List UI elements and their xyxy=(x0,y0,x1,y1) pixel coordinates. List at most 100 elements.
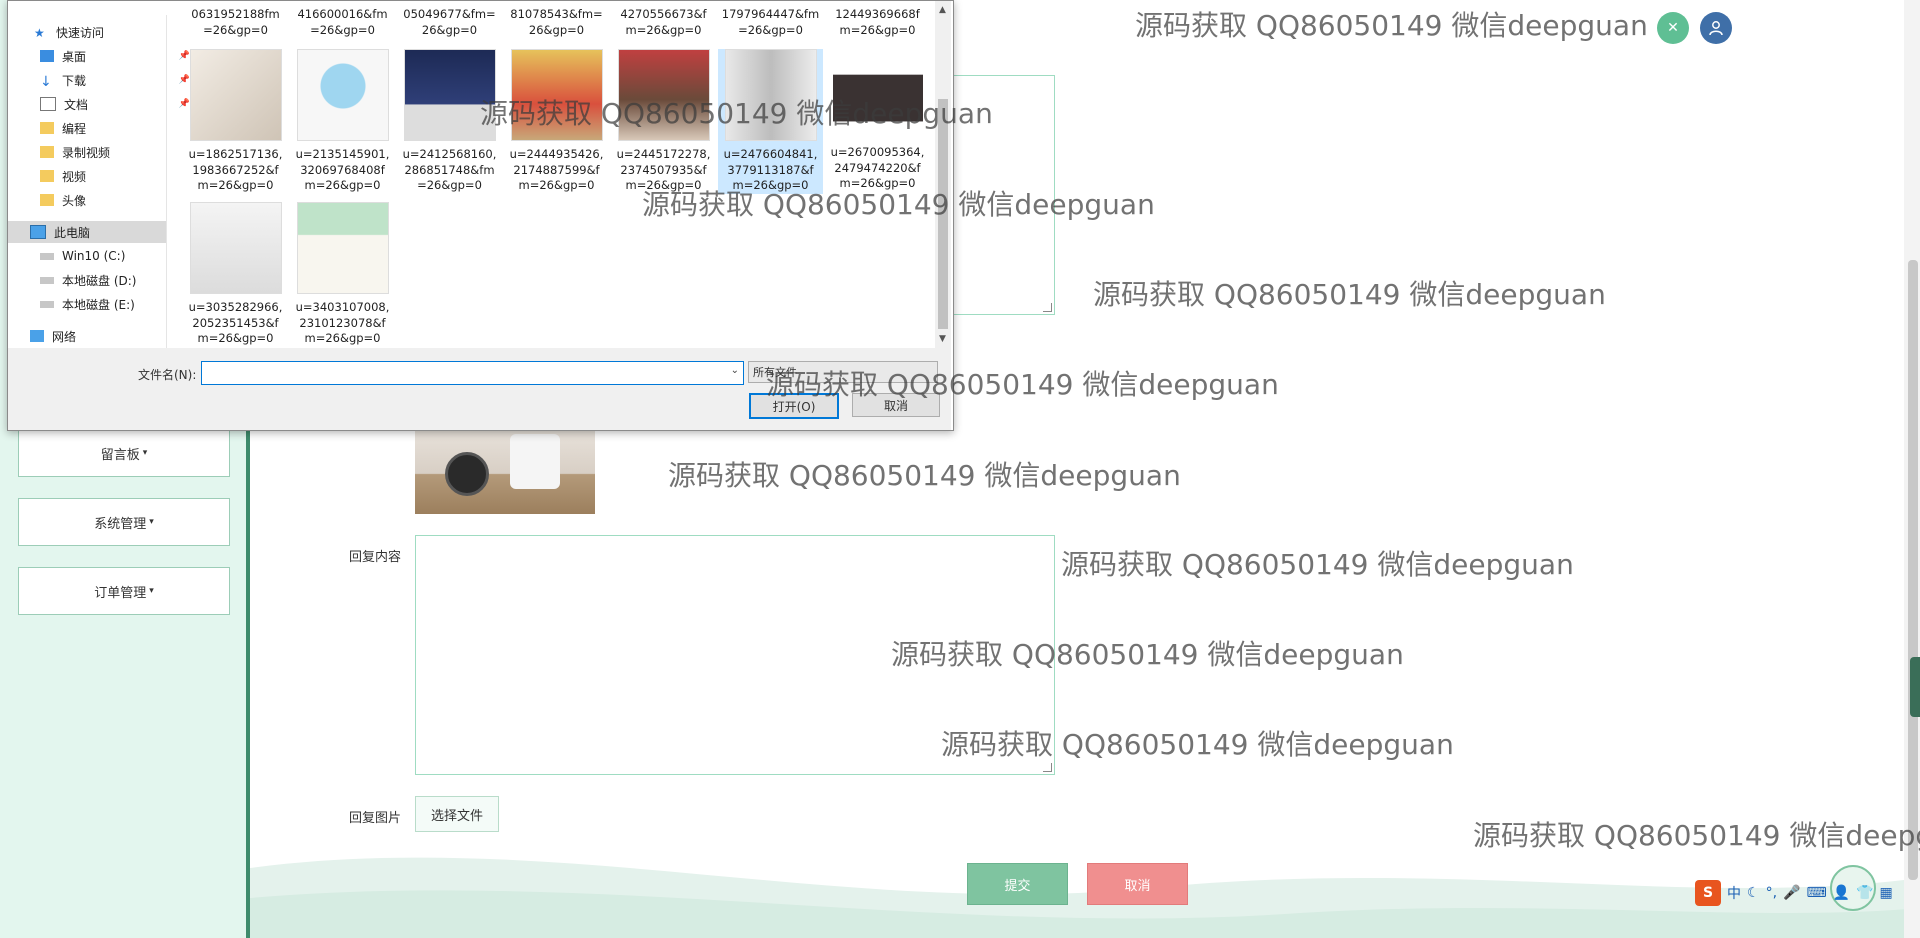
sidebar-item-guestbook[interactable]: 留言板 ▾ xyxy=(15,429,230,484)
dialog-footer: 文件名(N): ⌄ 所有文件 打开(O) 取消 xyxy=(8,348,951,430)
nav-label: 编程 xyxy=(62,121,87,136)
nav-label: 网络 xyxy=(52,329,77,344)
file-item[interactable]: 0631952188fm =26&gp=0 xyxy=(183,7,288,38)
file-item[interactable]: u=2412568160, 286851748&fm =26&gp=0 xyxy=(397,49,502,194)
file-item[interactable]: u=1862517136, 1983667252&f m=26&gp=0 xyxy=(183,49,288,194)
folder-icon xyxy=(40,146,54,158)
file-name-line: =26&gp=0 xyxy=(417,178,482,192)
keyboard-icon[interactable]: ⌨ xyxy=(1806,885,1826,901)
file-item[interactable]: u=3403107008, 2310123078&f m=26&gp=0 xyxy=(290,202,395,347)
nav-drive-d[interactable]: 本地磁盘 (D:) xyxy=(8,269,198,291)
nav-folder-avatars[interactable]: 头像 xyxy=(8,189,198,211)
thumbnail-bed-tent xyxy=(403,49,496,141)
ime-toolbar: S 中 ☾ °, 🎤 ⌨ 👤 👕 ▦ xyxy=(1695,878,1920,908)
nav-network[interactable]: 网络 xyxy=(8,325,166,347)
drive-icon xyxy=(40,252,54,260)
nav-folder-recordings[interactable]: 录制视频 xyxy=(8,141,198,163)
file-name-line: u=2476604841, xyxy=(723,147,818,161)
clock-image xyxy=(445,452,489,496)
ime-mode-label[interactable]: 中 xyxy=(1727,883,1741,903)
star-icon: ★ xyxy=(34,26,45,40)
file-name-line: 05049677&fm= xyxy=(403,7,496,21)
submit-button[interactable]: 提交 xyxy=(967,863,1068,905)
sidebar-item-system[interactable]: 系统管理 ▾ xyxy=(15,498,230,553)
resize-handle-icon[interactable] xyxy=(1043,303,1052,312)
side-tab[interactable] xyxy=(1910,657,1920,717)
page-scrollbar-thumb[interactable] xyxy=(1908,260,1918,880)
dialog-cancel-button[interactable]: 取消 xyxy=(852,393,940,417)
chevron-down-icon[interactable]: ⌄ xyxy=(731,365,739,376)
nav-this-pc[interactable]: 此电脑 xyxy=(8,221,166,243)
file-name-line: 26&gp=0 xyxy=(528,22,585,37)
grid-icon[interactable]: ▦ xyxy=(1880,885,1893,901)
file-name-line: u=3035282966, xyxy=(188,300,283,314)
file-item[interactable]: 4270556673&f m=26&gp=0 xyxy=(611,7,716,38)
file-name-line: m=26&gp=0 xyxy=(197,331,274,345)
sidebar-item-orders[interactable]: 订单管理 ▾ xyxy=(15,567,230,622)
person-icon[interactable]: 👤 xyxy=(1833,885,1850,901)
file-item[interactable]: 1797964447&fm =26&gp=0 xyxy=(718,7,823,38)
file-item[interactable]: 416600016&fm =26&gp=0 xyxy=(290,7,395,38)
cancel-button[interactable]: 取消 xyxy=(1087,863,1188,905)
user-icon[interactable] xyxy=(1700,12,1732,44)
file-item[interactable]: u=2445172278, 2374507935&f m=26&gp=0 xyxy=(611,49,716,194)
moon-icon[interactable]: ☾ xyxy=(1747,885,1760,901)
drive-icon xyxy=(40,276,54,284)
punctuation-icon[interactable]: °, xyxy=(1766,885,1777,901)
file-name-line: u=2444935426, xyxy=(509,147,604,161)
sogou-icon[interactable]: S xyxy=(1695,880,1721,906)
network-icon xyxy=(30,330,44,342)
file-open-dialog: ★ 快速访问 桌面 📌 ↓ 下载 📌 文档 📌 编程 录制视频 视频 头像 此电脑 Win… xyxy=(7,0,954,431)
computer-icon xyxy=(30,225,46,239)
scroll-down-icon[interactable]: ▼ xyxy=(939,334,946,344)
page-scrollbar[interactable] xyxy=(1904,0,1920,938)
file-name-line: 2310123078&f xyxy=(299,315,386,330)
nav-documents[interactable]: 文档 📌 xyxy=(8,93,198,115)
file-name-line: u=2412568160, xyxy=(402,147,497,161)
dialog-scrollbar[interactable]: ▲ ▼ xyxy=(935,1,951,348)
reply-content-label: 回复内容 xyxy=(349,550,402,565)
close-icon[interactable]: ✕ xyxy=(1657,12,1689,44)
dialog-scrollbar-thumb[interactable] xyxy=(938,99,948,329)
nav-quick-access[interactable]: ★ 快速访问 xyxy=(8,21,192,43)
file-item[interactable]: 05049677&fm= 26&gp=0 xyxy=(397,7,502,38)
nav-drive-c[interactable]: Win10 (C:) xyxy=(8,245,198,267)
file-item[interactable]: u=2135145901, 32069768408f m=26&gp=0 xyxy=(290,49,395,194)
file-grid: 0631952188fm =26&gp=0 416600016&fm =26&gp=… xyxy=(183,1,933,348)
thumbnail-people xyxy=(617,49,710,141)
caret-down-icon: ▾ xyxy=(149,586,154,596)
open-button[interactable]: 打开(O) xyxy=(749,393,839,419)
reply-content-textarea[interactable] xyxy=(415,535,1055,775)
nav-folder-videos[interactable]: 视频 xyxy=(8,165,198,187)
file-item[interactable]: u=3035282966, 2052351453&f m=26&gp=0 xyxy=(183,202,288,347)
shirt-icon[interactable]: 👕 xyxy=(1856,885,1873,901)
nav-label: 视频 xyxy=(62,169,87,184)
file-name-line: u=2445172278, xyxy=(616,147,711,161)
file-item[interactable]: 81078543&fm= 26&gp=0 xyxy=(504,7,609,38)
file-item[interactable]: u=2670095364, 2479474220&f m=26&gp=0 xyxy=(825,49,930,192)
filetype-select[interactable]: 所有文件 xyxy=(748,361,938,383)
choose-file-button[interactable]: 选择文件 xyxy=(415,796,499,832)
thumbnail-quilt xyxy=(296,202,389,294)
nav-label: Win10 (C:) xyxy=(62,249,126,263)
nav-label: 本地磁盘 (E:) xyxy=(62,297,135,312)
nav-drive-e[interactable]: 本地磁盘 (E:) xyxy=(8,293,198,315)
microphone-icon[interactable]: 🎤 xyxy=(1783,885,1800,901)
thumbnail-snack xyxy=(510,49,603,141)
resize-handle-icon[interactable] xyxy=(1043,763,1052,772)
dialog-nav-pane: ★ 快速访问 桌面 📌 ↓ 下载 📌 文档 📌 编程 录制视频 视频 头像 此电脑 Win… xyxy=(8,15,190,348)
file-item[interactable]: 12449369668f m=26&gp=0 xyxy=(825,7,930,38)
reply-image-label: 回复图片 xyxy=(349,811,402,826)
caret-down-icon: ▾ xyxy=(142,448,148,458)
file-item[interactable]: u=2444935426, 2174887599&f m=26&gp=0 xyxy=(504,49,609,194)
nav-desktop[interactable]: 桌面 📌 xyxy=(8,45,198,67)
nav-downloads[interactable]: ↓ 下载 📌 xyxy=(8,69,198,91)
file-name-line: 3779113187&f xyxy=(727,162,814,177)
scroll-up-icon[interactable]: ▲ xyxy=(939,5,946,15)
lamp-image xyxy=(510,434,560,489)
file-item-selected[interactable]: u=2476604841, 3779113187&f m=26&gp=0 xyxy=(718,49,823,194)
nav-folder-programming[interactable]: 编程 xyxy=(8,117,198,139)
filename-input[interactable]: ⌄ xyxy=(201,361,744,385)
folder-icon xyxy=(40,122,54,134)
file-name-line: m=26&gp=0 xyxy=(732,178,809,192)
